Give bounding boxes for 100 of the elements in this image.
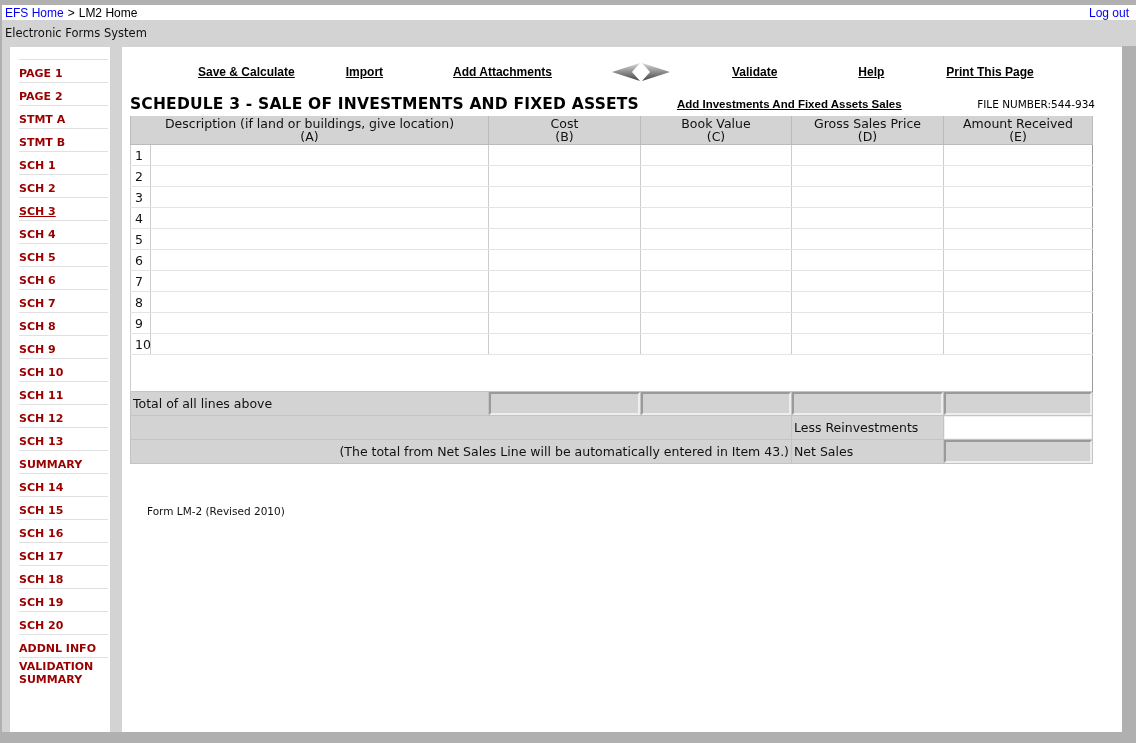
entry-cell[interactable]: [943, 249, 1093, 271]
entry-cell[interactable]: [791, 165, 944, 187]
sidebar-item[interactable]: SCH 3: [19, 205, 56, 218]
sidebar-item[interactable]: STMT B: [19, 136, 66, 149]
entry-cell[interactable]: [943, 207, 1093, 229]
reinvestments-field[interactable]: [944, 416, 1092, 439]
sidebar-item[interactable]: SCH 16: [19, 527, 64, 540]
entry-cell[interactable]: [640, 249, 792, 271]
previous-arrow-icon[interactable]: [611, 63, 640, 81]
toolbar-link[interactable]: Validate: [731, 65, 778, 79]
entry-cell[interactable]: [943, 228, 1093, 250]
sidebar-item[interactable]: SCH 9: [19, 343, 56, 356]
add-sales-link[interactable]: Add Investments And Fixed Assets Sales: [676, 98, 902, 110]
row-number: 10: [130, 333, 151, 355]
entry-cell[interactable]: [640, 228, 792, 250]
logout-link[interactable]: Log out: [1088, 5, 1129, 20]
entry-cell[interactable]: [791, 270, 944, 292]
entry-cell[interactable]: [150, 312, 489, 334]
entry-cell[interactable]: [640, 291, 792, 313]
entry-cell[interactable]: [488, 165, 641, 187]
sidebar-item[interactable]: SCH 8: [19, 320, 56, 333]
sidebar-item[interactable]: SCH 15: [19, 504, 64, 517]
sidebar-item[interactable]: SCH 17: [19, 550, 64, 563]
sidebar-item[interactable]: SCH 14: [19, 481, 64, 494]
toolbar-link[interactable]: Save & Calculate: [198, 65, 295, 79]
entry-cell[interactable]: [488, 144, 641, 166]
sidebar-item[interactable]: SCH 12: [19, 412, 64, 425]
entry-cell[interactable]: [943, 144, 1093, 166]
column-header: Gross Sales Price (D): [791, 116, 944, 145]
row-number: 3: [130, 186, 151, 208]
entry-cell[interactable]: [150, 207, 489, 229]
entry-cell[interactable]: [943, 165, 1093, 187]
sidebar-item[interactable]: SCH 18: [19, 573, 64, 586]
entry-cell[interactable]: [791, 333, 944, 355]
sidebar-item[interactable]: SCH 7: [19, 297, 56, 310]
entry-cell[interactable]: [488, 291, 641, 313]
toolbar-link[interactable]: Import: [345, 65, 384, 79]
column-header: Description (if land or buildings, give location) (A): [130, 116, 489, 145]
entry-cell[interactable]: [943, 270, 1093, 292]
entry-cell[interactable]: [943, 333, 1093, 355]
entry-cell[interactable]: [640, 207, 792, 229]
entry-cell[interactable]: [943, 291, 1093, 313]
entry-cell[interactable]: [791, 186, 944, 208]
entry-cell[interactable]: [488, 186, 641, 208]
sidebar-item[interactable]: SCH 4: [19, 228, 56, 241]
reinvestments-label: Less Reinvestments: [791, 415, 944, 440]
sidebar-item[interactable]: SCH 13: [19, 435, 64, 448]
entry-cell[interactable]: [943, 186, 1093, 208]
sidebar-item[interactable]: SCH 20: [19, 619, 64, 632]
entry-cell[interactable]: [488, 249, 641, 271]
sidebar-item[interactable]: VALIDATION SUMMARY: [19, 660, 108, 686]
net-sales-label: Net Sales: [791, 439, 944, 464]
net-sales-note: (The total from Net Sales Line will be automatically entered in Item 43.): [130, 439, 792, 464]
entry-cell[interactable]: [150, 186, 489, 208]
sidebar-item[interactable]: SUMMARY: [19, 458, 83, 471]
entry-cell[interactable]: [488, 207, 641, 229]
entry-cell[interactable]: [488, 312, 641, 334]
toolbar-link[interactable]: Print This Page: [946, 65, 1034, 79]
sidebar-item[interactable]: SCH 6: [19, 274, 56, 287]
toolbar-link[interactable]: Help: [858, 65, 885, 79]
entry-cell[interactable]: [791, 291, 944, 313]
entry-cell[interactable]: [640, 312, 792, 334]
entry-cell[interactable]: [640, 333, 792, 355]
sidebar-item[interactable]: SCH 10: [19, 366, 64, 379]
sidebar-item[interactable]: ADDNL INFO: [19, 642, 96, 655]
entry-cell[interactable]: [150, 165, 489, 187]
sidebar-item[interactable]: STMT A: [19, 113, 66, 126]
entry-cell[interactable]: [150, 291, 489, 313]
sidebar-item[interactable]: PAGE 1: [19, 67, 63, 80]
entry-cell[interactable]: [488, 333, 641, 355]
entry-cell[interactable]: [488, 228, 641, 250]
entry-cell[interactable]: [150, 270, 489, 292]
sidebar-item[interactable]: PAGE 2: [19, 90, 63, 103]
entry-cell[interactable]: [943, 312, 1093, 334]
home-link[interactable]: EFS Home: [5, 5, 64, 20]
column-header: Book Value (C): [640, 116, 792, 145]
row-number: 9: [130, 312, 151, 334]
entry-cell[interactable]: [791, 207, 944, 229]
entry-cell[interactable]: [150, 228, 489, 250]
sidebar-item[interactable]: SCH 19: [19, 596, 64, 609]
entry-cell[interactable]: [640, 144, 792, 166]
entry-cell[interactable]: [640, 186, 792, 208]
entry-cell[interactable]: [640, 165, 792, 187]
sidebar-item[interactable]: SCH 1: [19, 159, 56, 172]
entry-cell[interactable]: [791, 228, 944, 250]
entry-cell[interactable]: [791, 249, 944, 271]
entry-cell[interactable]: [150, 333, 489, 355]
toolbar-link[interactable]: Add Attachments: [453, 65, 552, 79]
entry-cell[interactable]: [488, 270, 641, 292]
entry-cell[interactable]: [150, 249, 489, 271]
entry-cell[interactable]: [791, 144, 944, 166]
entry-cell[interactable]: [150, 144, 489, 166]
entry-cell[interactable]: [791, 312, 944, 334]
row-number: 7: [130, 270, 151, 292]
sidebar-item[interactable]: SCH 2: [19, 182, 56, 195]
entry-cell[interactable]: [640, 270, 792, 292]
row-number: 8: [130, 291, 151, 313]
sidebar-item[interactable]: SCH 11: [19, 389, 64, 402]
sidebar-item[interactable]: SCH 5: [19, 251, 56, 264]
next-arrow-icon[interactable]: [641, 63, 670, 81]
